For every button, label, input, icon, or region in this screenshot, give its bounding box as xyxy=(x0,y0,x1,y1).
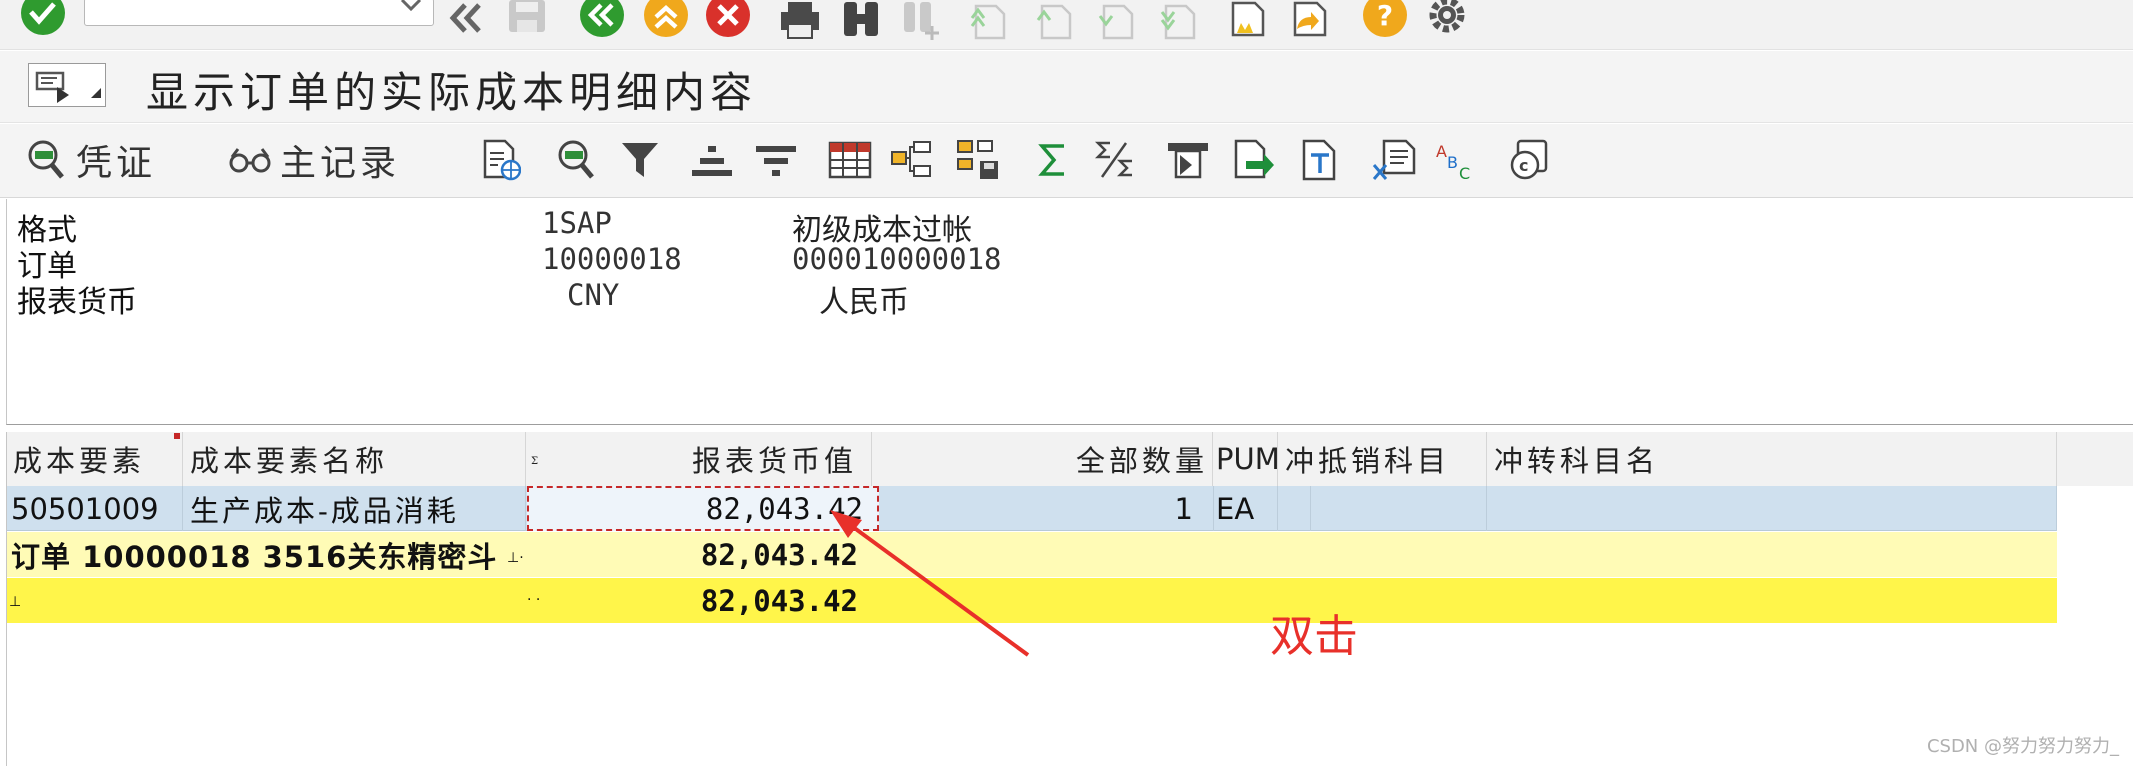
page-title: 显示订单的实际成本明细内容 xyxy=(146,68,758,117)
spreadsheet-icon[interactable] xyxy=(1372,138,1416,182)
sort-descending-icon[interactable] xyxy=(754,138,798,182)
subtotal-lock-icon: ⊥· xyxy=(507,550,524,566)
header-desc-order: 000010000018 xyxy=(792,242,1002,276)
col-header-report-value[interactable]: Σ 报表货币值 xyxy=(527,432,872,486)
master-record-label: 主记录 xyxy=(280,143,401,184)
cell-pum[interactable]: EA xyxy=(1214,486,1278,531)
col-header-total-quantity[interactable]: 全部数量 xyxy=(873,432,1213,486)
cell-offset-account-name[interactable] xyxy=(1488,486,2057,531)
abc-analysis-icon[interactable]: ABC xyxy=(1434,138,1478,182)
collapse-toolbar-icon[interactable] xyxy=(444,0,488,40)
display-document-web-icon[interactable] xyxy=(478,138,522,182)
find-icon[interactable] xyxy=(836,0,886,40)
svg-text:C: C xyxy=(1459,164,1470,181)
col-header-offset-account-name[interactable]: 冲转科目名 xyxy=(1488,432,2057,486)
application-toolbar: 凭证 主记录 ABC c xyxy=(0,124,2133,198)
shortcut-icon[interactable] xyxy=(1284,0,1334,40)
svg-text:A: A xyxy=(1436,142,1447,161)
save-icon[interactable] xyxy=(502,0,552,40)
graphic-icon[interactable]: c xyxy=(1508,138,1552,182)
glasses-icon xyxy=(228,138,272,182)
print-icon[interactable] xyxy=(774,0,826,40)
cell-offset-account-prefix[interactable] xyxy=(1279,486,1311,531)
cell-cost-element[interactable]: 50501009 xyxy=(7,486,183,531)
find-next-icon[interactable] xyxy=(896,0,946,40)
sum-marker-icon: Σ xyxy=(531,456,543,467)
back-icon[interactable] xyxy=(576,0,628,40)
settings-gear-icon[interactable] xyxy=(1422,0,1472,40)
col-header-pum[interactable]: PUM xyxy=(1214,432,1280,486)
svg-text:c: c xyxy=(1519,156,1528,175)
cost-detail-grid: 成本要素 成本要素名称 Σ 报表货币值 全部数量 PUM 冲抵销科目 冲转科目名… xyxy=(6,432,2133,766)
first-page-icon[interactable] xyxy=(962,0,1010,40)
col-header-cost-element-name[interactable]: 成本要素名称 xyxy=(184,432,526,486)
subtotal-icon[interactable] xyxy=(1092,138,1136,182)
menu-button[interactable] xyxy=(28,63,106,107)
previous-page-icon[interactable] xyxy=(1028,0,1076,40)
watermark: CSDN @努力努力努力_ xyxy=(1926,736,2119,757)
total-lock-icon: ⊥ xyxy=(9,594,22,610)
detail-icon[interactable] xyxy=(554,138,598,182)
header-info-panel: 格式 1SAP 初级成本过帐 订单 10000018 000010000018 … xyxy=(6,199,2133,425)
subtotal-label: 订单 10000018 3516关东精密斗 xyxy=(11,539,498,574)
cancel-icon[interactable] xyxy=(702,0,754,40)
create-session-icon[interactable] xyxy=(1222,0,1272,40)
svg-text:B: B xyxy=(1447,153,1458,172)
exit-icon[interactable] xyxy=(640,0,692,40)
save-hierarchy-icon[interactable] xyxy=(956,138,1000,182)
grid-header: 成本要素 成本要素名称 Σ 报表货币值 全部数量 PUM 冲抵销科目 冲转科目名 xyxy=(7,432,2133,486)
help-icon[interactable]: ? xyxy=(1360,0,1410,40)
header-desc-currency: 人民币 xyxy=(819,285,909,320)
cell-cost-element-name[interactable]: 生产成本-成品消耗 xyxy=(184,486,526,531)
menu-corner-icon xyxy=(91,83,101,102)
menu-icon xyxy=(35,69,79,107)
command-field[interactable] xyxy=(84,0,434,26)
word-processing-icon[interactable] xyxy=(1298,138,1342,182)
system-toolbar: ? xyxy=(0,0,2133,50)
cell-offset-account[interactable] xyxy=(1312,486,1487,531)
filter-icon[interactable] xyxy=(618,138,662,182)
voucher-label: 凭证 xyxy=(76,143,157,184)
print-preview-icon[interactable] xyxy=(1166,138,1210,182)
hierarchy-icon[interactable] xyxy=(890,138,934,182)
document-display-icon xyxy=(24,138,68,182)
sort-ascending-icon[interactable] xyxy=(690,138,734,182)
header-value-format: 1SAP xyxy=(542,206,612,240)
change-layout-icon[interactable] xyxy=(828,138,872,182)
header-label-currency: 报表货币 xyxy=(17,285,137,320)
last-page-icon[interactable] xyxy=(1152,0,1200,40)
col-header-cost-element[interactable]: 成本要素 xyxy=(7,432,183,486)
double-click-annotation: 双击 xyxy=(1270,611,1358,662)
header-value-currency: CNY xyxy=(567,278,620,312)
col-header-offset-account[interactable]: 冲抵销科目 xyxy=(1279,432,1487,486)
enter-check-icon[interactable] xyxy=(18,0,68,40)
annotation-arrow-icon xyxy=(830,510,1030,657)
sum-icon[interactable] xyxy=(1030,138,1074,182)
export-icon[interactable] xyxy=(1232,138,1276,182)
voucher-button[interactable]: 凭证 xyxy=(24,138,156,184)
header-value-order: 10000018 xyxy=(542,242,682,276)
svg-text:?: ? xyxy=(1377,0,1393,32)
title-bar: 显示订单的实际成本明细内容 xyxy=(0,51,2133,123)
command-field-dropdown-icon[interactable] xyxy=(396,0,426,24)
master-record-button[interactable]: 主记录 xyxy=(228,138,400,184)
sort-marker-icon xyxy=(174,433,180,439)
next-page-icon[interactable] xyxy=(1090,0,1138,40)
